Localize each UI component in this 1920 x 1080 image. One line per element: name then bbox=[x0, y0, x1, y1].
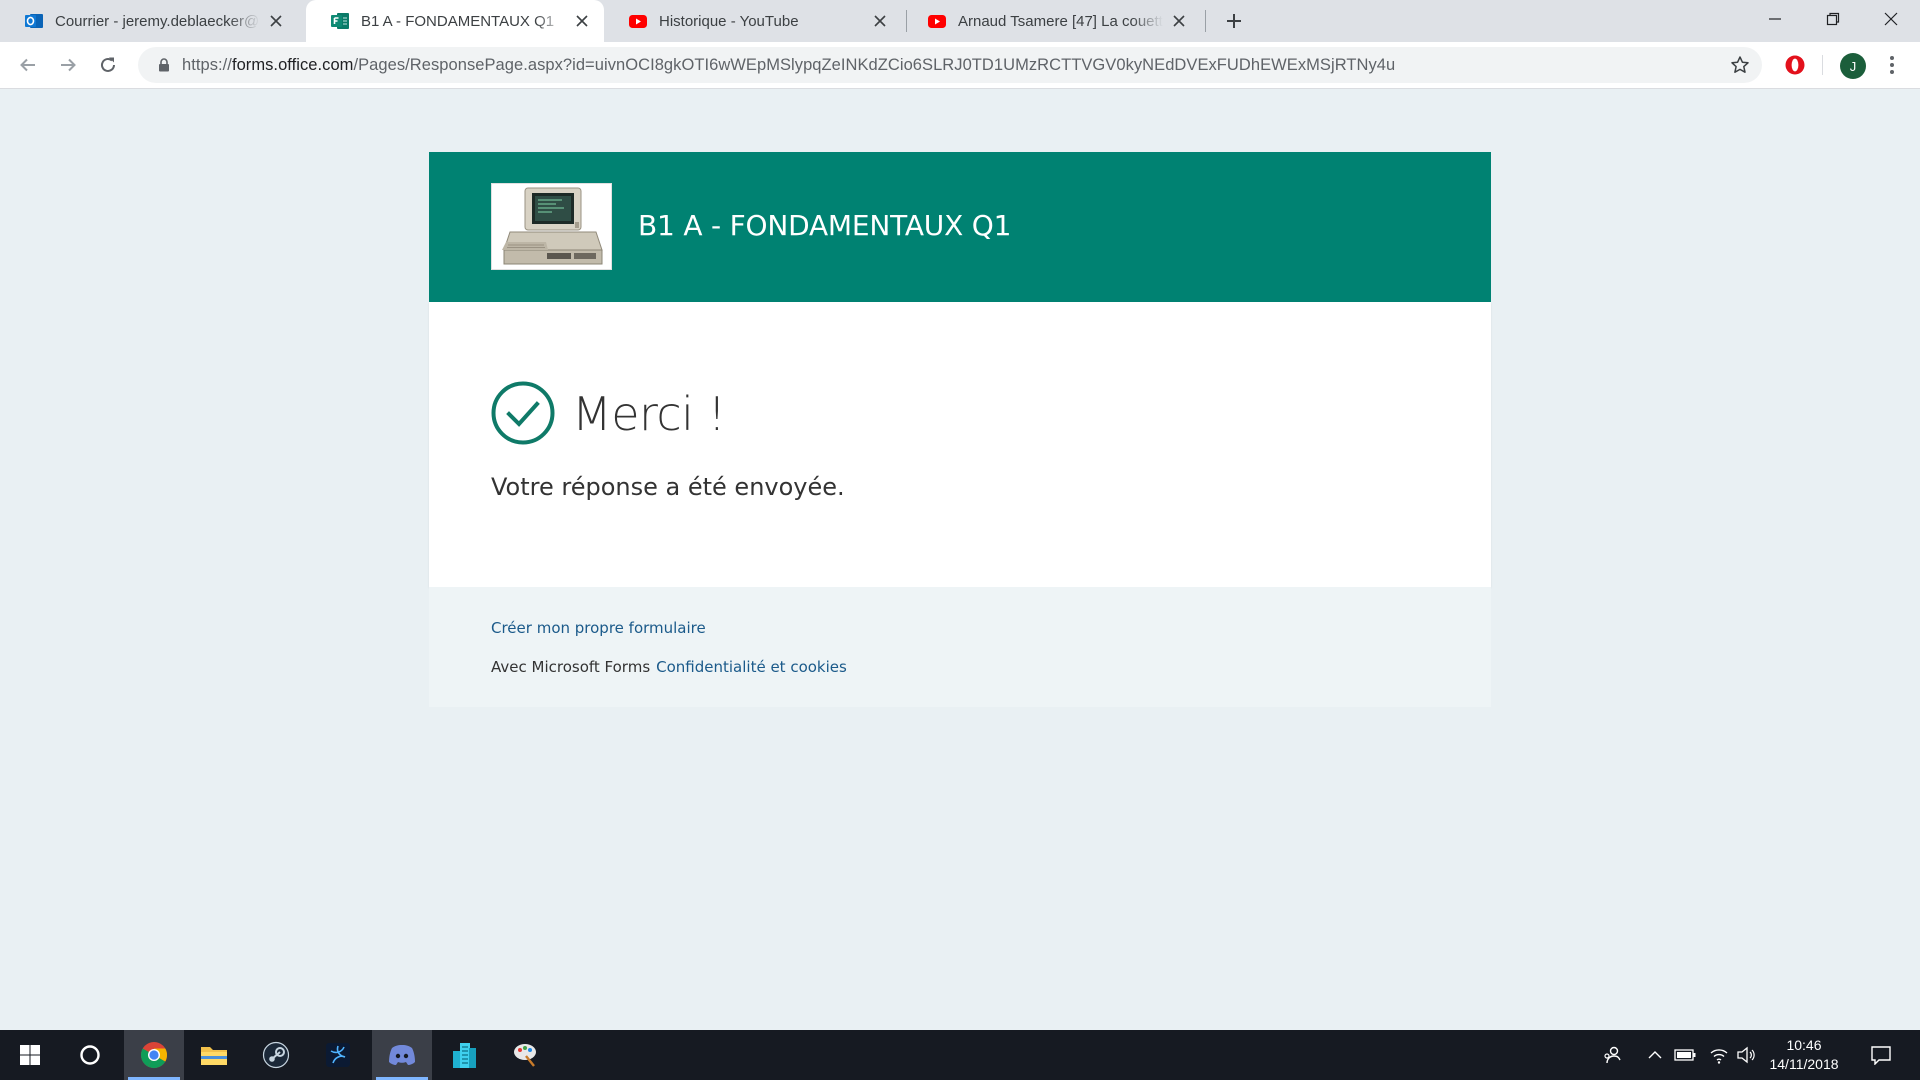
back-button[interactable] bbox=[12, 49, 44, 81]
youtube-icon bbox=[628, 11, 648, 31]
bookmark-star-icon[interactable] bbox=[1728, 53, 1752, 77]
battery-status[interactable] bbox=[1670, 1030, 1700, 1080]
chrome-icon bbox=[140, 1042, 168, 1069]
close-icon bbox=[1884, 12, 1898, 26]
taskbar-discord[interactable] bbox=[372, 1030, 432, 1080]
close-tab-icon[interactable] bbox=[870, 11, 890, 31]
folder-icon bbox=[201, 1047, 227, 1065]
close-tab-icon[interactable] bbox=[572, 11, 592, 31]
check-circle-icon bbox=[491, 381, 555, 445]
tab-title: B1 A - FONDAMENTAUX Q1 bbox=[361, 12, 555, 30]
restore-icon bbox=[1826, 12, 1840, 26]
tab-separator bbox=[1205, 10, 1206, 32]
form-footer: Créer mon propre formulaire Avec Microso… bbox=[429, 587, 1491, 707]
restore-button[interactable] bbox=[1804, 0, 1862, 38]
youtube-icon bbox=[927, 11, 947, 31]
show-hidden-icons-button[interactable] bbox=[1643, 1030, 1667, 1080]
reload-icon bbox=[101, 57, 115, 72]
footer-credits: Avec Microsoft Forms Confidentialité et … bbox=[491, 658, 847, 676]
tab-title: Historique - YouTube bbox=[659, 12, 799, 30]
battlenet-icon bbox=[326, 1043, 350, 1067]
new-tab-button[interactable] bbox=[1222, 9, 1246, 33]
browser-menu-button[interactable] bbox=[1880, 53, 1904, 77]
form-header: B1 A - FONDAMENTAUX Q1 bbox=[429, 152, 1491, 302]
plus-icon bbox=[1227, 14, 1241, 28]
taskbar-steam[interactable] bbox=[246, 1030, 306, 1080]
arrow-right-icon bbox=[61, 58, 76, 72]
more-vertical-icon bbox=[1890, 56, 1894, 74]
clock-time: 10:46 bbox=[1786, 1037, 1822, 1053]
clock-date: 14/11/2018 bbox=[1769, 1056, 1839, 1072]
close-tab-icon[interactable] bbox=[1169, 11, 1189, 31]
profile-avatar[interactable]: J bbox=[1840, 53, 1866, 79]
minimize-button[interactable] bbox=[1746, 0, 1804, 38]
powered-by-text: Avec Microsoft Forms bbox=[491, 658, 651, 676]
discord-icon bbox=[389, 1045, 415, 1065]
tab-youtube-history[interactable]: Historique - YouTube bbox=[604, 0, 902, 42]
cortana-icon bbox=[80, 1045, 100, 1065]
minimize-icon bbox=[1769, 18, 1781, 20]
tab-youtube-video[interactable]: Arnaud Tsamere [47] La couette bbox=[903, 0, 1201, 42]
tab-forms[interactable]: B1 A - FONDAMENTAUX Q1 bbox=[306, 0, 604, 42]
outlook-icon bbox=[24, 11, 44, 31]
cortana-button[interactable] bbox=[60, 1030, 120, 1080]
notification-icon bbox=[1871, 1046, 1891, 1065]
toolbar-divider bbox=[1822, 55, 1823, 75]
start-button[interactable] bbox=[0, 1030, 60, 1080]
windows-taskbar: 10:46 14/11/2018 bbox=[0, 1030, 1920, 1080]
arrow-left-icon bbox=[20, 58, 35, 72]
people-icon bbox=[1604, 1046, 1621, 1064]
taskbar-file-explorer[interactable] bbox=[184, 1030, 244, 1080]
battery-icon bbox=[1674, 1049, 1696, 1061]
taskbar-buildings-app[interactable] bbox=[434, 1030, 494, 1080]
address-bar[interactable]: https://forms.office.com/Pages/ResponseP… bbox=[138, 47, 1762, 83]
forms-icon bbox=[330, 11, 350, 31]
speaker-icon bbox=[1737, 1046, 1755, 1064]
url-text: https://forms.office.com/Pages/ResponseP… bbox=[182, 56, 1395, 75]
buildings-icon bbox=[453, 1043, 476, 1068]
taskbar-clock[interactable]: 10:46 14/11/2018 bbox=[1762, 1036, 1846, 1074]
steam-icon bbox=[262, 1041, 290, 1069]
tab-outlook[interactable]: Courrier - jeremy.deblaecker@yn bbox=[0, 0, 298, 42]
people-button[interactable] bbox=[1598, 1030, 1628, 1080]
privacy-cookies-link[interactable]: Confidentialité et cookies bbox=[656, 658, 847, 676]
form-title: B1 A - FONDAMENTAUX Q1 bbox=[638, 209, 1012, 242]
tab-title: Arnaud Tsamere [47] La couette bbox=[958, 12, 1163, 30]
close-tab-icon[interactable] bbox=[266, 11, 286, 31]
taskbar-battlenet[interactable] bbox=[308, 1030, 368, 1080]
reload-button[interactable] bbox=[92, 49, 124, 81]
tab-strip: Courrier - jeremy.deblaecker@yn B1 A - F… bbox=[0, 0, 1920, 42]
url-host: forms.office.com bbox=[231, 55, 354, 74]
palette-icon bbox=[514, 1044, 536, 1067]
create-form-link[interactable]: Créer mon propre formulaire bbox=[491, 619, 706, 637]
forward-button[interactable] bbox=[52, 49, 84, 81]
thanks-title: Merci ! bbox=[572, 387, 726, 441]
browser-toolbar: https://forms.office.com/Pages/ResponseP… bbox=[0, 42, 1920, 89]
tab-title: Courrier - jeremy.deblaecker@yn bbox=[55, 12, 260, 30]
taskbar-paint-app[interactable] bbox=[496, 1030, 556, 1080]
lock-icon[interactable] bbox=[146, 47, 182, 83]
volume-control[interactable] bbox=[1732, 1030, 1760, 1080]
url-path: /Pages/ResponsePage.aspx?id=uivnOCI8gkOT… bbox=[353, 55, 1396, 74]
close-window-button[interactable] bbox=[1862, 0, 1920, 38]
computer-logo-image bbox=[491, 183, 612, 270]
network-status[interactable] bbox=[1704, 1030, 1734, 1080]
wifi-icon bbox=[1710, 1049, 1728, 1064]
url-scheme: https:// bbox=[182, 55, 232, 74]
submission-message: Votre réponse a été envoyée. bbox=[491, 473, 845, 501]
opera-extension-icon[interactable] bbox=[1783, 53, 1807, 77]
windows-start-icon bbox=[20, 1045, 40, 1065]
action-center-button[interactable] bbox=[1864, 1030, 1898, 1080]
taskbar-chrome[interactable] bbox=[124, 1030, 184, 1080]
confirmation-panel: Merci ! Votre réponse a été envoyée. bbox=[429, 302, 1491, 587]
chevron-up-icon bbox=[1648, 1051, 1662, 1059]
